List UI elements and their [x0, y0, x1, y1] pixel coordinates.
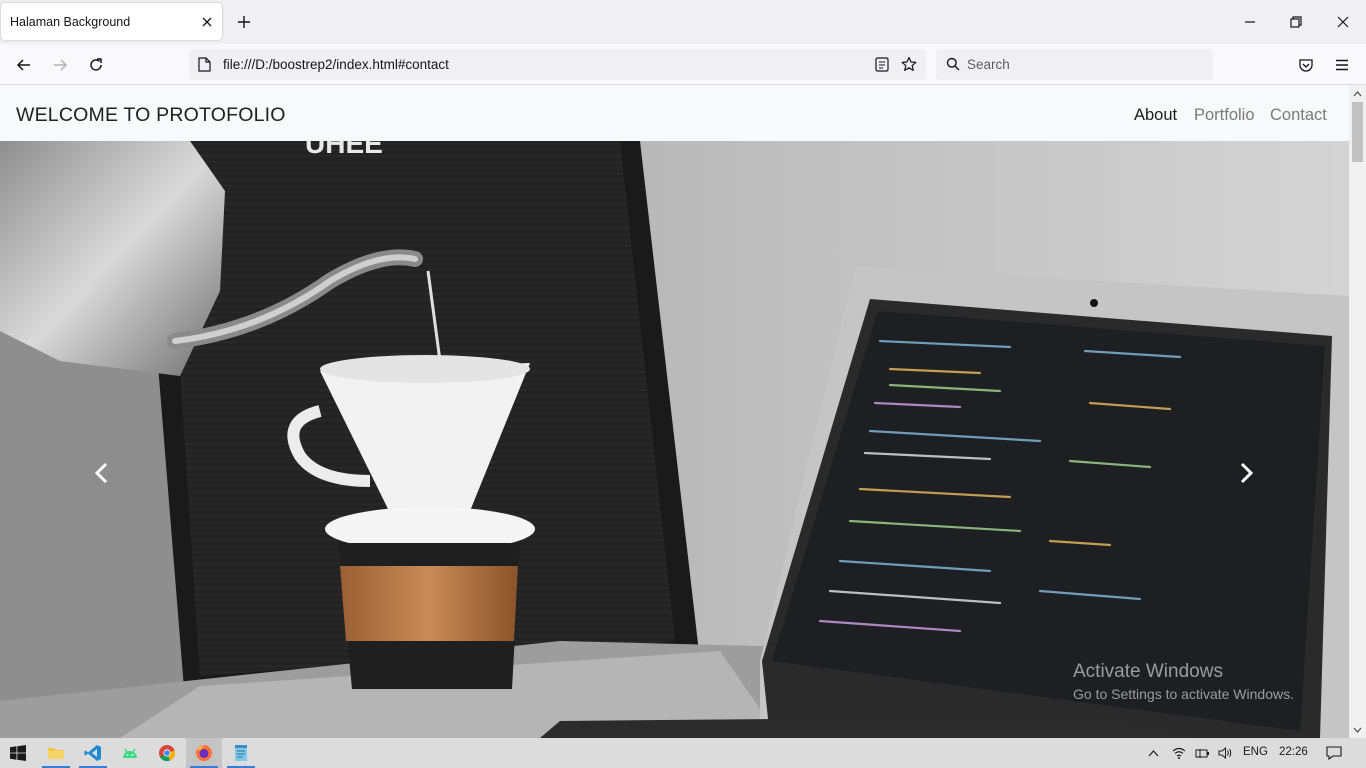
- reload-button[interactable]: [83, 52, 109, 78]
- network-icon[interactable]: [1168, 738, 1190, 768]
- url-text[interactable]: file:///D:/boostrep2/index.html#contact: [223, 57, 449, 72]
- tab-strip: Halaman Background: [0, 0, 1366, 44]
- address-bar[interactable]: file:///D:/boostrep2/index.html#contact: [189, 49, 926, 80]
- input-language-indicator[interactable]: ENG: [1243, 746, 1268, 758]
- carousel-prev-button[interactable]: [81, 453, 121, 493]
- volume-icon[interactable]: [1214, 738, 1236, 768]
- tab-title: Halaman Background: [10, 15, 131, 29]
- activation-watermark-title: Activate Windows: [1073, 661, 1223, 682]
- page-scrollbar[interactable]: [1349, 85, 1366, 738]
- vscode-icon[interactable]: [75, 738, 111, 768]
- forward-button[interactable]: [47, 52, 73, 78]
- start-icon[interactable]: [0, 738, 36, 768]
- scroll-thumb[interactable]: [1352, 102, 1363, 162]
- file-explorer-icon[interactable]: [38, 738, 74, 768]
- search-input[interactable]: Search: [967, 57, 1010, 72]
- new-tab-button[interactable]: [232, 10, 256, 34]
- nav-link-about[interactable]: About: [1134, 106, 1177, 125]
- page-viewport: WELCOME TO PROTOFOLIO About Portfolio Co…: [0, 85, 1349, 738]
- search-bar[interactable]: Search: [936, 49, 1213, 80]
- minimize-button[interactable]: [1238, 10, 1262, 34]
- carousel-next-button[interactable]: [1227, 453, 1267, 493]
- firefox-icon[interactable]: [186, 738, 222, 768]
- nav-link-portfolio[interactable]: Portfolio: [1194, 106, 1255, 125]
- chevron-left-icon: [94, 462, 108, 484]
- close-tab-icon[interactable]: [197, 12, 217, 32]
- page-icon: [198, 57, 211, 77]
- scroll-down-arrow-icon[interactable]: [1349, 721, 1366, 738]
- taskbar-clock[interactable]: 22:26: [1279, 746, 1308, 758]
- activation-watermark-subtitle: Go to Settings to activate Windows.: [1073, 686, 1294, 702]
- search-icon: [946, 57, 960, 76]
- hero-photo: UHEE: [0, 141, 1349, 738]
- reader-view-icon[interactable]: [875, 57, 889, 77]
- battery-icon[interactable]: [1191, 738, 1213, 768]
- browser-tab[interactable]: Halaman Background: [1, 3, 222, 40]
- restore-button[interactable]: [1284, 10, 1308, 34]
- chrome-icon[interactable]: [149, 738, 185, 768]
- chevron-right-icon: [1240, 462, 1254, 484]
- windows-taskbar: ENG 22:26: [0, 738, 1366, 768]
- show-hidden-icons-chevron-up-icon[interactable]: [1142, 738, 1164, 768]
- close-window-button[interactable]: [1331, 10, 1355, 34]
- scroll-up-arrow-icon[interactable]: [1349, 85, 1366, 102]
- pocket-icon[interactable]: [1293, 52, 1319, 78]
- bookmark-star-icon[interactable]: [901, 56, 917, 77]
- nav-link-contact[interactable]: Contact: [1270, 106, 1327, 125]
- hero-carousel: UHEE: [0, 141, 1349, 738]
- back-button[interactable]: [11, 52, 37, 78]
- android-studio-icon[interactable]: [112, 738, 148, 768]
- svg-text:UHEE: UHEE: [305, 141, 383, 159]
- notepad-icon[interactable]: [223, 738, 259, 768]
- site-navbar: WELCOME TO PROTOFOLIO About Portfolio Co…: [0, 85, 1349, 141]
- browser-toolbar: file:///D:/boostrep2/index.html#contact …: [0, 44, 1366, 85]
- site-brand[interactable]: WELCOME TO PROTOFOLIO: [16, 104, 286, 127]
- menu-icon[interactable]: [1329, 52, 1355, 78]
- action-center-icon[interactable]: [1320, 738, 1348, 768]
